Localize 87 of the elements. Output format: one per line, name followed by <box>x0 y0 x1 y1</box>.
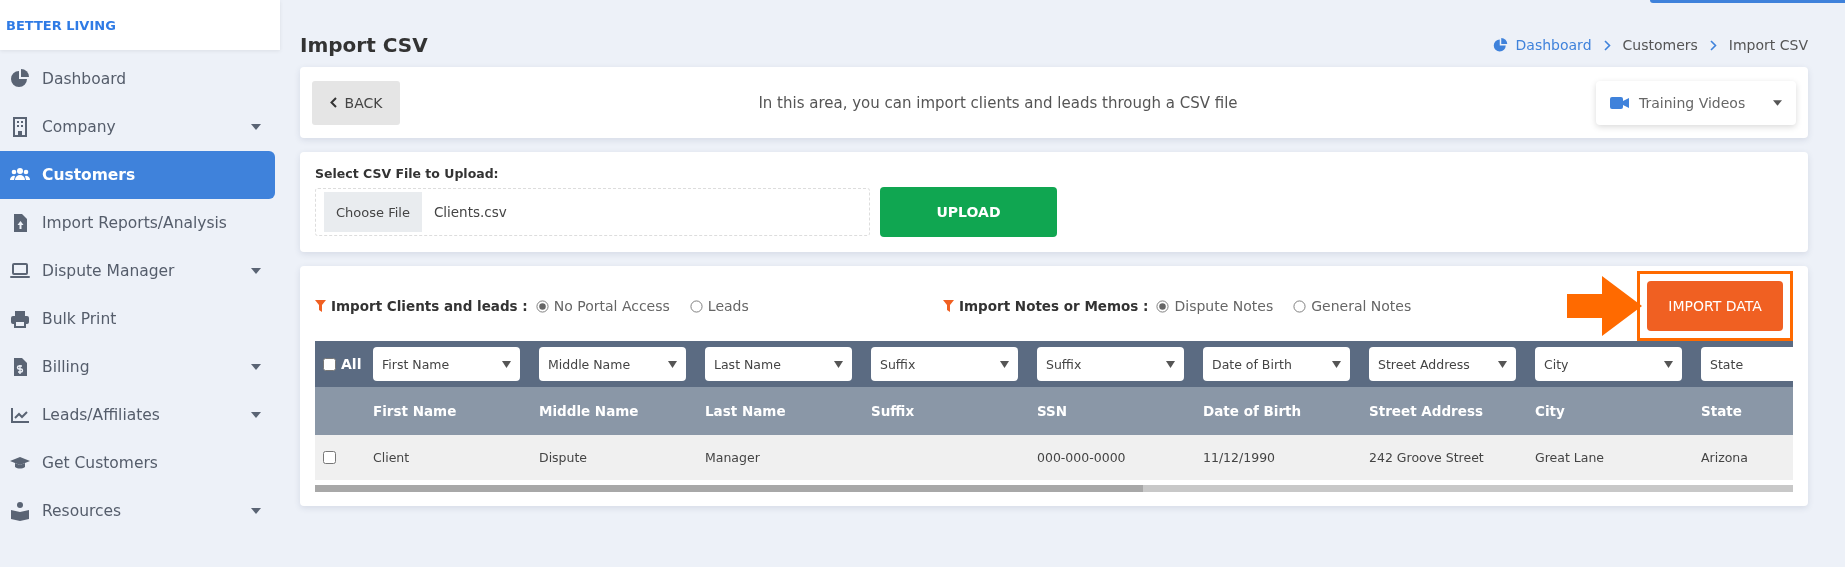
table-cell-text: 000-000-0000 <box>1037 450 1127 465</box>
brand-name: BETTER LIVING <box>6 17 116 33</box>
file-input[interactable]: Choose File Clients.csv <box>315 188 870 236</box>
pie-chart-icon <box>1492 37 1508 53</box>
table-cell-text: 11/12/1990 <box>1203 450 1277 465</box>
info-text: In this area, you can import clients and leads through a CSV file <box>757 93 1239 112</box>
nav-icon <box>10 309 30 329</box>
column-select[interactable]: Last Name <box>705 347 852 381</box>
column-select[interactable]: Date of Birth <box>1203 347 1350 381</box>
column-select[interactable]: Street Address <box>1369 347 1516 381</box>
chevron-icon <box>1603 39 1611 51</box>
breadcrumb-link[interactable]: Dashboard <box>1492 37 1592 53</box>
table-cell-text: Dispute <box>539 450 589 465</box>
upload-button[interactable]: UPLOAD <box>880 187 1057 237</box>
column-select[interactable]: Suffix <box>871 347 1018 381</box>
nav-icon <box>10 501 30 521</box>
back-button[interactable]: BACK <box>312 80 400 125</box>
sidebar-item[interactable]: Bulk Print <box>0 295 275 343</box>
breadcrumb-item: Customers <box>1622 37 1698 53</box>
filter-icon <box>943 300 954 312</box>
chevron-icon <box>1709 39 1717 51</box>
sidebar-item[interactable]: Get Customers <box>0 439 275 487</box>
caret-icon <box>834 360 843 368</box>
nav-icon <box>10 405 30 425</box>
column-header: Date of Birth <box>1203 403 1303 419</box>
nav-icon <box>10 117 30 137</box>
caret-icon <box>1773 99 1782 106</box>
chevron-left-icon <box>329 97 337 108</box>
field-label: Select CSV File to Upload: <box>315 166 500 181</box>
radio-option[interactable]: Leads <box>689 298 749 314</box>
column-header: First Name <box>373 403 458 419</box>
sidebar-item[interactable]: Company <box>0 103 275 151</box>
nav-icon <box>10 261 30 281</box>
scrollbar[interactable] <box>315 485 1793 492</box>
caret-icon <box>1664 360 1673 368</box>
column-select[interactable]: State <box>1701 347 1793 381</box>
table-cell-text: 242 Groove Street <box>1369 450 1485 465</box>
nav-icon <box>10 69 30 89</box>
caret-icon <box>1498 360 1507 368</box>
option-label: Import Clients and leads : <box>331 298 528 314</box>
radio-option[interactable]: General Notes <box>1293 298 1412 314</box>
training-dropdown[interactable]: Training Videos <box>1596 80 1796 125</box>
breadcrumb-item: Import CSV <box>1728 37 1808 53</box>
column-select[interactable]: City <box>1535 347 1682 381</box>
caret-icon <box>1332 360 1341 368</box>
caret-icon <box>1166 360 1175 368</box>
column-select[interactable]: First Name <box>373 347 520 381</box>
caret-icon <box>1000 360 1009 368</box>
radio-icon[interactable] <box>1156 299 1170 313</box>
column-header: Street Address <box>1369 403 1484 419</box>
column-header: State <box>1701 403 1743 419</box>
radio-icon[interactable] <box>535 299 549 313</box>
sidebar-item[interactable]: Import Reports/Analysis <box>0 199 275 247</box>
file-name: Clients.csv <box>433 204 507 220</box>
column-header: Suffix <box>871 403 916 419</box>
caret-icon <box>502 360 511 368</box>
page-title: Import CSV <box>300 33 428 57</box>
scrollbar-thumb[interactable] <box>315 485 1143 492</box>
sidebar-item[interactable]: Resources <box>0 487 275 535</box>
column-header: SSN <box>1037 403 1069 419</box>
radio-option[interactable]: No Portal Access <box>535 298 670 314</box>
video-camera-icon <box>1610 96 1629 109</box>
import-data-button[interactable]: IMPORT DATA <box>1647 281 1783 331</box>
table-cell-text: Manager <box>705 450 761 465</box>
checkbox[interactable] <box>323 357 336 371</box>
table-cell-text: Client <box>373 450 411 465</box>
sidebar-item[interactable]: Billing <box>0 343 275 391</box>
column-header: Middle Name <box>539 403 640 419</box>
radio-icon[interactable] <box>1293 299 1307 313</box>
option-label: Import Notes or Memos : <box>959 298 1149 314</box>
radio-option[interactable]: Dispute Notes <box>1156 298 1274 314</box>
sidebar-item[interactable]: Dashboard <box>0 55 275 103</box>
column-header: Last Name <box>705 403 787 419</box>
caret-icon <box>668 360 677 368</box>
sidebar-item[interactable]: Leads/Affiliates <box>0 391 275 439</box>
table-cell-text: Great Lane <box>1535 450 1605 465</box>
filter-icon <box>315 300 326 312</box>
checkbox[interactable] <box>323 451 336 464</box>
sidebar-item[interactable]: Dispute Manager <box>0 247 275 295</box>
column-select[interactable]: Suffix <box>1037 347 1184 381</box>
column-select[interactable]: Middle Name <box>539 347 686 381</box>
choose-file-button[interactable]: Choose File <box>324 192 422 232</box>
sidebar-item[interactable]: Customers <box>0 151 275 199</box>
radio-icon[interactable] <box>689 299 703 313</box>
column-header: City <box>1535 403 1566 419</box>
select-all-label: All <box>341 356 362 372</box>
table-cell-text: Arizona <box>1701 450 1749 465</box>
